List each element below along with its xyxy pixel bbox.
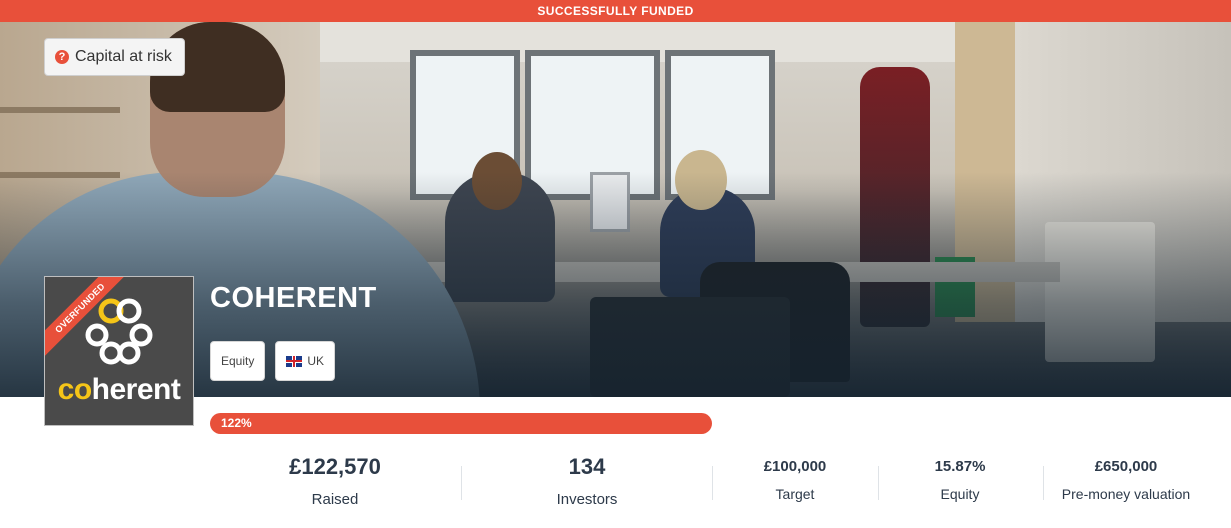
stat-divider xyxy=(1043,466,1044,500)
stat-target-value: £100,000 xyxy=(763,458,827,475)
stat-investors: 134 Investors xyxy=(502,454,672,508)
stat-valuation-label: Pre-money valuation xyxy=(1061,486,1191,502)
stat-target: £100,000 Target xyxy=(735,458,855,502)
tag-country[interactable]: UK xyxy=(275,341,336,381)
stat-divider xyxy=(712,466,713,500)
stat-investors-label: Investors xyxy=(556,491,618,508)
stat-target-label: Target xyxy=(775,486,815,502)
tag-equity-label: Equity xyxy=(221,354,255,368)
stat-divider xyxy=(878,466,879,500)
stat-raised-value: £122,570 xyxy=(289,454,381,479)
uk-flag-icon xyxy=(286,355,303,367)
stat-investors-value: 134 xyxy=(568,454,606,479)
capital-at-risk-label: Capital at risk xyxy=(75,48,172,65)
stat-equity: 15.87% Equity xyxy=(900,458,1020,502)
stat-raised-label: Raised xyxy=(311,491,359,508)
funded-banner: SUCCESSFULLY FUNDED xyxy=(0,0,1231,22)
stat-equity-label: Equity xyxy=(940,486,980,502)
company-logo: OVERFUNDED coherent xyxy=(44,276,194,426)
question-icon: ? xyxy=(55,50,69,64)
stat-valuation: £650,000 Pre-money valuation xyxy=(1051,458,1201,502)
tag-country-label: UK xyxy=(307,354,325,368)
stat-divider xyxy=(461,466,462,500)
tag-equity[interactable]: Equity xyxy=(210,341,266,381)
funding-progress-bar: 122% xyxy=(210,413,712,434)
company-title: COHERENT xyxy=(210,282,377,314)
tag-list: Equity UK xyxy=(210,341,336,381)
stat-raised: £122,570 Raised xyxy=(250,454,420,508)
capital-at-risk-button[interactable]: ? Capital at risk xyxy=(44,38,185,76)
stat-valuation-value: £650,000 xyxy=(1094,458,1158,475)
coherent-mark-icon xyxy=(85,298,153,365)
stat-equity-value: 15.87% xyxy=(934,458,986,475)
progress-label: 122% xyxy=(221,416,252,430)
logo-wordmark: coherent xyxy=(57,373,181,406)
